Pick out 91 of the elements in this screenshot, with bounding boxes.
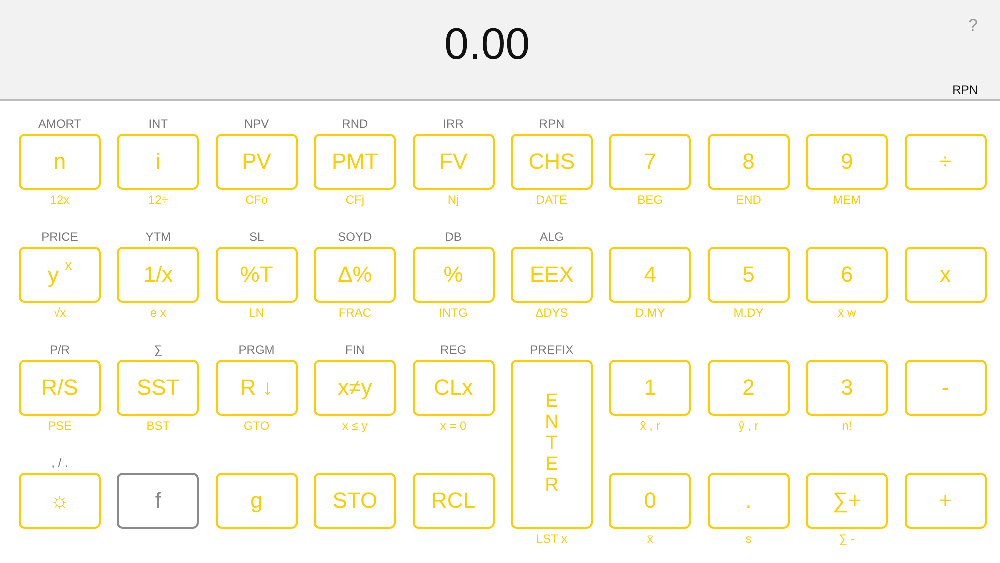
shift-label: FIN	[344, 342, 366, 358]
alternate-label: LST x	[535, 531, 569, 547]
calculator-key[interactable]: STO	[314, 473, 396, 529]
alternate-label: ∑ -	[838, 531, 856, 547]
shift-label: YTM	[144, 229, 172, 245]
alternate-label: s	[744, 531, 753, 547]
alternate-label: x̄	[646, 531, 654, 547]
alternate-label: n!	[841, 418, 854, 434]
shift-label: SL	[248, 229, 266, 245]
calculator-key[interactable]: x	[904, 247, 987, 303]
calculator-key[interactable]: SST	[117, 360, 200, 416]
calculator-key[interactable]: f	[117, 473, 200, 529]
calculator-key[interactable]: 2	[708, 360, 790, 416]
shift-label: PRGM	[238, 342, 276, 358]
help-button[interactable]: ?	[952, 0, 978, 83]
alternate-label: D.MY	[634, 305, 666, 321]
alternate-label: x̂ , r	[639, 418, 662, 434]
alternate-label: Nj	[446, 192, 460, 208]
shift-label: RPN	[538, 116, 566, 132]
calculator-key[interactable]: ☼	[19, 473, 101, 529]
calculator-key[interactable]: -	[904, 360, 987, 416]
calculator-key[interactable]: .	[708, 473, 790, 529]
calculator-key[interactable]: 1	[609, 360, 692, 416]
shift-label: IRR	[442, 116, 465, 132]
calculator-key[interactable]: g	[216, 473, 298, 529]
calculator-key[interactable]: 5	[708, 247, 790, 303]
shift-label: DB	[444, 229, 463, 245]
shift-label: ∑	[153, 342, 164, 358]
calculator-key[interactable]: +	[904, 473, 987, 529]
shift-label: SOYD	[337, 229, 374, 245]
alternate-label: CFj	[344, 192, 366, 208]
calculator-key[interactable]: R/S	[19, 360, 101, 416]
alternate-label: 12x	[49, 192, 71, 208]
alternate-label: END	[735, 192, 762, 208]
calculator-key[interactable]: 4	[609, 247, 692, 303]
calculator-key[interactable]: 0	[609, 473, 692, 529]
alternate-label: x̄ w	[837, 305, 858, 321]
alternate-label: PSE	[46, 418, 73, 434]
alternate-label: MEM	[832, 192, 862, 208]
alternate-label: √x	[52, 305, 68, 321]
alternate-label: ΔDYS	[534, 305, 570, 321]
alternate-label: x ≤ y	[342, 418, 369, 434]
alternate-label: 12÷	[147, 192, 170, 208]
alternate-label: INTG	[438, 305, 469, 321]
calculator-key[interactable]: 7	[609, 134, 692, 190]
calculator-key[interactable]: i	[117, 134, 200, 190]
calculator-key[interactable]: 3	[806, 360, 888, 416]
calculator-key[interactable]: x≠y	[314, 360, 396, 416]
shift-label: RND	[341, 116, 370, 132]
shift-label: REG	[440, 342, 468, 358]
calculator-key[interactable]: Δ%	[314, 247, 396, 303]
alternate-label: LN	[248, 305, 266, 321]
alternate-label: BEG	[636, 192, 664, 208]
calculator-key[interactable]: CHS	[510, 134, 593, 190]
calculator-key[interactable]: n	[19, 134, 101, 190]
alternate-label: ŷ , r	[738, 418, 760, 434]
alternate-label: e x	[149, 305, 168, 321]
calculator-key[interactable]: ∑+	[806, 473, 888, 529]
enter-key[interactable]: ENTER	[510, 360, 593, 529]
shift-label: PREFIX	[529, 342, 575, 358]
shift-label: AMORT	[37, 116, 83, 132]
calculator-key[interactable]: 9	[806, 134, 888, 190]
calculator-key[interactable]: y $^{x}$	[19, 247, 101, 303]
calculator-key[interactable]: R ↓	[216, 360, 298, 416]
alternate-label: FRAC	[338, 305, 372, 321]
shift-label: NPV	[243, 116, 270, 132]
calculator-key[interactable]: EEX	[510, 247, 593, 303]
alternate-label: x = 0	[439, 418, 468, 434]
alternate-label: GTO	[242, 418, 271, 434]
shift-label: PRICE	[40, 229, 80, 245]
calculator-key[interactable]: 6	[806, 247, 888, 303]
alternate-label: BST	[146, 418, 172, 434]
shift-label: , / .	[50, 455, 70, 471]
shift-label: INT	[148, 116, 170, 132]
shift-label: P/R	[48, 342, 71, 358]
calculator-key[interactable]: RCL	[412, 473, 495, 529]
alternate-label: CFo	[244, 192, 270, 208]
shift-label: ALG	[538, 229, 565, 245]
calculator-key[interactable]: 1/x	[117, 247, 200, 303]
calculator-key[interactable]: CLx	[412, 360, 495, 416]
calculator-key[interactable]: ÷	[904, 134, 987, 190]
calculator-key[interactable]: %T	[216, 247, 298, 303]
display-value: 0.00	[444, 20, 530, 70]
calculator-key[interactable]: PMT	[314, 134, 396, 190]
calculator-key[interactable]: %	[412, 247, 495, 303]
calculator-key[interactable]: PV	[216, 134, 298, 190]
mode-indicator: RPN	[952, 83, 978, 99]
alternate-label: M.DY	[732, 305, 765, 321]
alternate-label: DATE	[535, 192, 569, 208]
calculator-key[interactable]: 8	[708, 134, 790, 190]
calculator-key[interactable]: FV	[412, 134, 495, 190]
